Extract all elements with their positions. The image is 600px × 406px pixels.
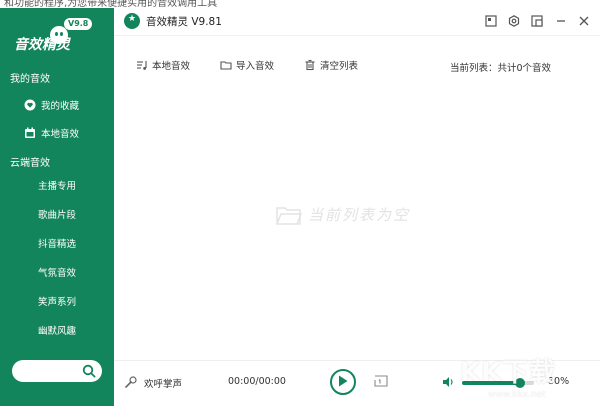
- sidebar-item-label: 笑声系列: [38, 297, 77, 308]
- mini-mode-icon[interactable]: [530, 14, 544, 28]
- settings-icon[interactable]: [507, 14, 521, 28]
- title-bar: 音效精灵 V9.81: [114, 8, 600, 36]
- sidebar-item-label: 歌曲片段: [38, 210, 77, 221]
- heart-chat-icon: [24, 99, 36, 111]
- window-title: 音效精灵 V9.81: [146, 16, 222, 28]
- app-icon: [124, 13, 140, 29]
- watermark-logo: KK下载: [460, 358, 557, 388]
- clear-list-label: 清空列表: [320, 61, 359, 72]
- play-button[interactable]: [330, 369, 356, 395]
- local-sounds-button[interactable]: 本地音效: [136, 58, 190, 72]
- sidebar-item-label: 我的收藏: [41, 101, 80, 112]
- search-input[interactable]: [12, 360, 102, 382]
- local-sounds-label: 本地音效: [152, 61, 191, 72]
- section-title-mine: 我的音效: [10, 74, 50, 85]
- app-logo: V9.8 音效精灵: [12, 12, 108, 66]
- sidebar: V9.8 音效精灵 我的音效 我的收藏 本地音效 云端音效 主播专用 歌曲片段 …: [0, 8, 114, 406]
- toolbar: 本地音效 导入音效 清空列表 当前列表：共计0个音效: [114, 52, 600, 78]
- play-mode-button[interactable]: [372, 373, 390, 389]
- sidebar-item-cloud[interactable]: 抖音精选: [0, 232, 114, 254]
- calendar-icon: [24, 127, 36, 139]
- sidebar-item-cloud[interactable]: 幽默风趣: [0, 319, 114, 341]
- close-icon[interactable]: [577, 14, 591, 28]
- folder-icon: [220, 59, 232, 71]
- trash-icon: [304, 59, 316, 71]
- empty-state-text: 当前列表为空: [308, 206, 411, 224]
- empty-folder-icon: [276, 205, 303, 225]
- volume-icon[interactable]: [442, 376, 455, 388]
- sidebar-item-cloud[interactable]: 歌曲片段: [0, 203, 114, 225]
- empty-state: 当前列表为空: [276, 204, 410, 225]
- skin-icon[interactable]: [484, 14, 498, 28]
- sidebar-item-label: 幽默风趣: [38, 326, 77, 337]
- sidebar-item-label: 气氛音效: [38, 268, 77, 279]
- music-list-icon: [136, 59, 148, 71]
- background-text: 和功能的程序,为您带来便捷实用的音效调用工具: [4, 0, 218, 8]
- sidebar-item-favorites[interactable]: 我的收藏: [0, 94, 114, 116]
- sidebar-item-local[interactable]: 本地音效: [0, 122, 114, 144]
- logo-version-badge: V9.8: [64, 18, 93, 30]
- playback-time: 00:00/00:00: [228, 376, 286, 387]
- current-song-title: 欢呼掌声: [144, 379, 183, 390]
- sidebar-item-cloud[interactable]: 气氛音效: [0, 261, 114, 283]
- section-title-cloud: 云端音效: [10, 158, 50, 169]
- import-sounds-button[interactable]: 导入音效: [220, 58, 274, 72]
- minimize-icon[interactable]: [554, 14, 568, 28]
- play-icon: [338, 375, 348, 390]
- logo-text: 音效精灵: [14, 37, 70, 53]
- search-icon[interactable]: [82, 364, 96, 378]
- sidebar-item-cloud[interactable]: 笑声系列: [0, 290, 114, 312]
- sidebar-item-label: 本地音效: [41, 129, 80, 140]
- background-page-strip: 和功能的程序,为您带来便捷实用的音效调用工具: [0, 0, 600, 8]
- sidebar-item-label: 主播专用: [38, 181, 77, 192]
- import-sounds-label: 导入音效: [236, 61, 275, 72]
- sidebar-item-cloud[interactable]: 主播专用: [0, 174, 114, 196]
- list-count-text: 当前列表：共计0个音效: [450, 63, 552, 74]
- clear-list-button[interactable]: 清空列表: [304, 58, 358, 72]
- watermark-url: www.kkx.net: [488, 390, 546, 400]
- sidebar-item-label: 抖音精选: [38, 239, 77, 250]
- microphone-icon[interactable]: [124, 375, 138, 389]
